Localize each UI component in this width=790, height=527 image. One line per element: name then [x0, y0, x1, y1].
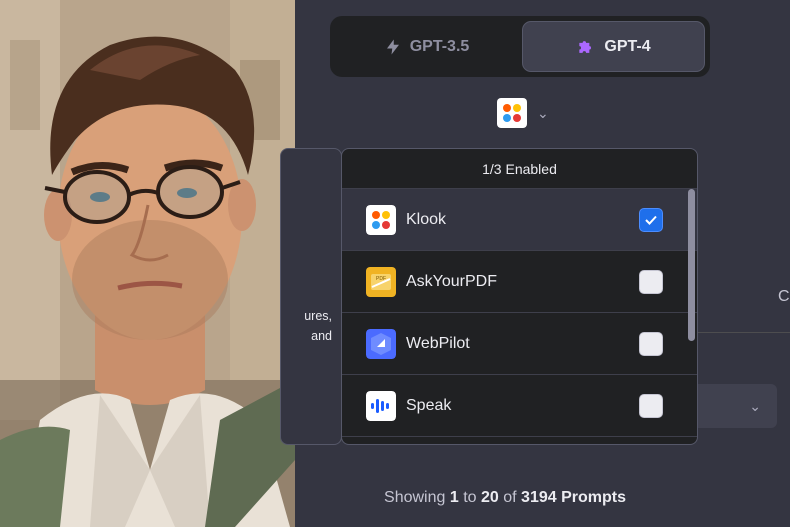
right-divider — [698, 332, 790, 333]
plugin-label: Speak — [406, 396, 452, 414]
gpt-3-5-button[interactable]: GPT-3.5 — [335, 21, 518, 72]
webpilot-logo-icon — [366, 328, 396, 359]
plugin-checkbox-askyourpdf[interactable] — [639, 270, 663, 294]
plugin-picker[interactable]: ⌄ — [497, 97, 549, 129]
footer-to-word: to — [463, 489, 477, 506]
prompt-card-line-2: and — [311, 329, 332, 343]
prompt-card — [280, 148, 342, 445]
right-select[interactable]: ⌄ — [698, 384, 777, 428]
plugins-enabled-count: 1/3 Enabled — [342, 149, 697, 189]
plugin-label: WebPilot — [406, 334, 470, 352]
speak-logo-icon — [366, 390, 396, 421]
footer-of-word: of — [503, 489, 517, 506]
lightning-icon — [386, 39, 399, 54]
svg-text:PDF: PDF — [376, 276, 386, 282]
footer-total: 3194 Prompts — [521, 489, 626, 506]
plugin-checkbox-webpilot[interactable] — [639, 332, 663, 356]
dropdown-scrollbar[interactable] — [688, 189, 695, 341]
chevron-down-icon: ⌄ — [537, 104, 549, 121]
plugin-checkbox-speak[interactable] — [639, 394, 663, 418]
plugin-dropdown: 1/3 Enabled Klook PDF AskYourPDF WebPilo… — [341, 148, 698, 445]
footer-prefix: Showing — [384, 489, 446, 506]
gpt-4-button[interactable]: GPT-4 — [522, 21, 705, 72]
right-panel-text: C — [778, 288, 790, 305]
klook-logo-icon — [366, 204, 396, 235]
plugin-checkbox-klook[interactable] — [639, 208, 663, 232]
prompt-card-line-1: ures, — [304, 309, 332, 323]
plugin-label: Klook — [406, 210, 447, 228]
plugin-item-speak[interactable]: Speak — [342, 375, 697, 437]
puzzle-icon — [579, 40, 592, 53]
pagination-summary: Showing 1 to 20 of 3194 Prompts — [295, 489, 715, 507]
portrait-photo — [0, 0, 295, 527]
model-switcher: GPT-3.5 GPT-4 — [330, 16, 710, 77]
gpt-3-5-label: GPT-3.5 — [409, 37, 470, 55]
plugin-item-webpilot[interactable]: WebPilot — [342, 313, 697, 375]
prompt-card-text: ures, and — [292, 306, 332, 346]
plugin-label: AskYourPDF — [406, 272, 497, 290]
gpt-4-label: GPT-4 — [604, 37, 651, 55]
checkmark-icon — [645, 215, 657, 225]
askyourpdf-logo-icon: PDF — [366, 266, 396, 297]
footer-to: 20 — [481, 489, 499, 506]
footer-from: 1 — [449, 489, 459, 506]
plugin-item-askyourpdf[interactable]: PDF AskYourPDF — [342, 251, 697, 313]
plugin-item-klook[interactable]: Klook — [342, 189, 697, 251]
chevron-down-icon: ⌄ — [749, 397, 761, 414]
portrait-illustration — [0, 0, 295, 527]
klook-logo-icon — [497, 98, 527, 128]
